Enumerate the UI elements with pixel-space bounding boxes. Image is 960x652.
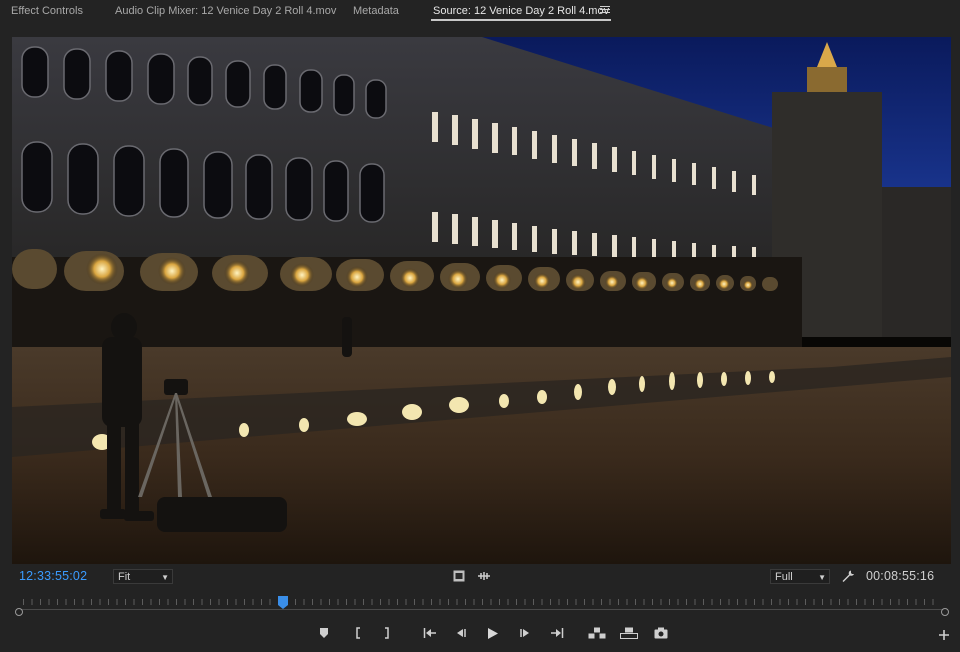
overwrite-icon[interactable] — [620, 627, 638, 639]
tab-metadata[interactable]: Metadata — [353, 5, 399, 17]
active-tab-underline — [431, 19, 611, 21]
ruler-baseline — [19, 609, 946, 610]
playback-resolution-select[interactable]: Full ▼ — [770, 569, 830, 584]
playhead-marker[interactable] — [278, 596, 288, 609]
duration-timecode: 00:08:55:16 — [866, 569, 935, 583]
play-icon[interactable] — [487, 627, 499, 640]
panel-tab-bar: Effect Controls Audio Clip Mixer: 12 Ven… — [0, 0, 960, 26]
wrench-icon[interactable] — [841, 569, 855, 583]
zoom-level-value: Fit — [118, 571, 131, 583]
zoom-scroll-right-handle[interactable] — [941, 608, 949, 616]
go-to-out-icon[interactable] — [550, 627, 564, 639]
camera-icon[interactable] — [654, 627, 668, 639]
step-back-icon[interactable] — [455, 627, 467, 639]
zoom-level-select[interactable]: Fit ▼ — [113, 569, 173, 584]
marker-icon[interactable] — [319, 627, 329, 639]
tab-audio-clip-mixer[interactable]: Audio Clip Mixer: 12 Venice Day 2 Roll 4… — [115, 5, 336, 17]
plus-icon[interactable] — [939, 630, 949, 640]
tab-source-monitor[interactable]: Source: 12 Venice Day 2 Roll 4.mov — [433, 5, 609, 17]
go-to-in-icon[interactable] — [423, 627, 437, 639]
tab-effect-controls[interactable]: Effect Controls — [11, 5, 83, 17]
video-frame-image — [12, 37, 951, 564]
source-monitor-viewer[interactable] — [12, 37, 951, 564]
playhead-timecode[interactable]: 12:33:55:02 — [19, 569, 87, 583]
mark-in-icon[interactable] — [354, 627, 362, 639]
zoom-scroll-left-handle[interactable] — [15, 608, 23, 616]
hamburger-menu-icon[interactable] — [600, 4, 610, 14]
filmstrip-icon[interactable] — [453, 570, 465, 582]
playback-resolution-value: Full — [775, 571, 793, 583]
step-forward-icon[interactable] — [519, 627, 531, 639]
chevron-down-icon: ▼ — [818, 573, 826, 582]
insert-icon[interactable] — [588, 627, 606, 639]
ruler-ticks — [23, 599, 941, 605]
mark-out-icon[interactable] — [383, 627, 391, 639]
audio-waveform-icon[interactable] — [477, 571, 491, 581]
time-ruler[interactable] — [19, 597, 946, 611]
chevron-down-icon: ▼ — [161, 573, 169, 582]
